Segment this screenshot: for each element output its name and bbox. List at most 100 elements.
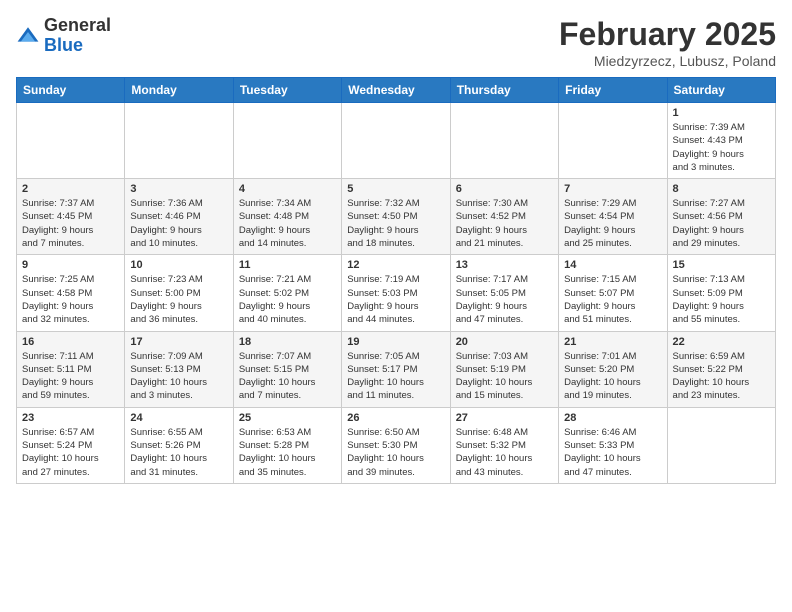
calendar-week-row: 2 Sunrise: 7:37 AM Sunset: 4:45 PM Daylig… xyxy=(17,179,776,255)
calendar-cell: 23 Sunrise: 6:57 AM Sunset: 5:24 PM Dayli… xyxy=(17,407,125,483)
logo-blue: Blue xyxy=(44,35,83,55)
calendar-cell xyxy=(125,103,233,179)
day-number: 25 xyxy=(239,412,336,424)
calendar-cell xyxy=(450,103,558,179)
logo: General Blue xyxy=(16,16,111,56)
day-number: 21 xyxy=(564,336,661,348)
calendar-cell: 13 Sunrise: 7:17 AM Sunset: 5:05 PM Dayli… xyxy=(450,255,558,331)
day-info: Sunrise: 6:46 AM Sunset: 5:33 PM Dayligh… xyxy=(564,426,661,479)
title-block: February 2025 Miedzyrzecz, Lubusz, Polan… xyxy=(559,16,776,69)
day-number: 13 xyxy=(456,259,553,271)
calendar-cell: 26 Sunrise: 6:50 AM Sunset: 5:30 PM Dayli… xyxy=(342,407,450,483)
day-info: Sunrise: 6:48 AM Sunset: 5:32 PM Dayligh… xyxy=(456,426,553,479)
day-info: Sunrise: 7:39 AM Sunset: 4:43 PM Dayligh… xyxy=(673,121,770,174)
day-info: Sunrise: 6:57 AM Sunset: 5:24 PM Dayligh… xyxy=(22,426,119,479)
calendar-cell xyxy=(17,103,125,179)
day-info: Sunrise: 6:59 AM Sunset: 5:22 PM Dayligh… xyxy=(673,350,770,403)
day-number: 18 xyxy=(239,336,336,348)
calendar-cell: 1 Sunrise: 7:39 AM Sunset: 4:43 PM Daylig… xyxy=(667,103,775,179)
calendar-cell: 20 Sunrise: 7:03 AM Sunset: 5:19 PM Dayli… xyxy=(450,331,558,407)
calendar-week-row: 16Sunrise: 7:11 AM Sunset: 5:11 PM Dayli… xyxy=(17,331,776,407)
calendar-cell: 15 Sunrise: 7:13 AM Sunset: 5:09 PM Dayli… xyxy=(667,255,775,331)
day-number: 26 xyxy=(347,412,444,424)
day-info: Sunrise: 7:13 AM Sunset: 5:09 PM Dayligh… xyxy=(673,273,770,326)
weekday-header: Friday xyxy=(559,78,667,103)
day-number: 5 xyxy=(347,183,444,195)
day-number: 12 xyxy=(347,259,444,271)
calendar-cell: 4Sunrise: 7:34 AM Sunset: 4:48 PM Daylig… xyxy=(233,179,341,255)
day-info: Sunrise: 7:07 AM Sunset: 5:15 PM Dayligh… xyxy=(239,350,336,403)
calendar-cell: 25Sunrise: 6:53 AM Sunset: 5:28 PM Dayli… xyxy=(233,407,341,483)
logo-text: General Blue xyxy=(44,16,111,56)
day-number: 15 xyxy=(673,259,770,271)
day-number: 11 xyxy=(239,259,336,271)
location: Miedzyrzecz, Lubusz, Poland xyxy=(559,53,776,69)
page-header: General Blue February 2025 Miedzyrzecz, … xyxy=(16,16,776,69)
day-number: 10 xyxy=(130,259,227,271)
day-number: 2 xyxy=(22,183,119,195)
calendar-cell xyxy=(667,407,775,483)
day-info: Sunrise: 7:03 AM Sunset: 5:19 PM Dayligh… xyxy=(456,350,553,403)
logo-icon xyxy=(16,24,40,48)
weekday-header: Wednesday xyxy=(342,78,450,103)
day-number: 8 xyxy=(673,183,770,195)
calendar-cell: 22 Sunrise: 6:59 AM Sunset: 5:22 PM Dayli… xyxy=(667,331,775,407)
weekday-header: Thursday xyxy=(450,78,558,103)
calendar-cell: 8 Sunrise: 7:27 AM Sunset: 4:56 PM Daylig… xyxy=(667,179,775,255)
day-info: Sunrise: 6:55 AM Sunset: 5:26 PM Dayligh… xyxy=(130,426,227,479)
day-info: Sunrise: 7:36 AM Sunset: 4:46 PM Dayligh… xyxy=(130,197,227,250)
day-number: 3 xyxy=(130,183,227,195)
day-info: Sunrise: 7:30 AM Sunset: 4:52 PM Dayligh… xyxy=(456,197,553,250)
day-info: Sunrise: 7:15 AM Sunset: 5:07 PM Dayligh… xyxy=(564,273,661,326)
day-info: Sunrise: 7:32 AM Sunset: 4:50 PM Dayligh… xyxy=(347,197,444,250)
calendar-cell: 2 Sunrise: 7:37 AM Sunset: 4:45 PM Daylig… xyxy=(17,179,125,255)
day-number: 7 xyxy=(564,183,661,195)
calendar-cell: 12Sunrise: 7:19 AM Sunset: 5:03 PM Dayli… xyxy=(342,255,450,331)
calendar-cell: 6 Sunrise: 7:30 AM Sunset: 4:52 PM Daylig… xyxy=(450,179,558,255)
day-number: 19 xyxy=(347,336,444,348)
calendar-week-row: 9 Sunrise: 7:25 AM Sunset: 4:58 PM Daylig… xyxy=(17,255,776,331)
calendar-cell: 24 Sunrise: 6:55 AM Sunset: 5:26 PM Dayli… xyxy=(125,407,233,483)
day-info: Sunrise: 7:27 AM Sunset: 4:56 PM Dayligh… xyxy=(673,197,770,250)
day-info: Sunrise: 7:23 AM Sunset: 5:00 PM Dayligh… xyxy=(130,273,227,326)
day-info: Sunrise: 7:05 AM Sunset: 5:17 PM Dayligh… xyxy=(347,350,444,403)
calendar-week-row: 23 Sunrise: 6:57 AM Sunset: 5:24 PM Dayli… xyxy=(17,407,776,483)
calendar-cell: 10 Sunrise: 7:23 AM Sunset: 5:00 PM Dayli… xyxy=(125,255,233,331)
logo-general: General xyxy=(44,15,111,35)
day-info: Sunrise: 7:17 AM Sunset: 5:05 PM Dayligh… xyxy=(456,273,553,326)
calendar-cell: 28 Sunrise: 6:46 AM Sunset: 5:33 PM Dayli… xyxy=(559,407,667,483)
day-info: Sunrise: 7:01 AM Sunset: 5:20 PM Dayligh… xyxy=(564,350,661,403)
day-number: 9 xyxy=(22,259,119,271)
calendar-cell: 27Sunrise: 6:48 AM Sunset: 5:32 PM Dayli… xyxy=(450,407,558,483)
calendar-cell: 5 Sunrise: 7:32 AM Sunset: 4:50 PM Daylig… xyxy=(342,179,450,255)
calendar-cell: 9 Sunrise: 7:25 AM Sunset: 4:58 PM Daylig… xyxy=(17,255,125,331)
calendar-header-row: SundayMondayTuesdayWednesdayThursdayFrid… xyxy=(17,78,776,103)
day-info: Sunrise: 7:37 AM Sunset: 4:45 PM Dayligh… xyxy=(22,197,119,250)
day-number: 14 xyxy=(564,259,661,271)
day-info: Sunrise: 7:09 AM Sunset: 5:13 PM Dayligh… xyxy=(130,350,227,403)
calendar-cell: 21 Sunrise: 7:01 AM Sunset: 5:20 PM Dayli… xyxy=(559,331,667,407)
day-number: 24 xyxy=(130,412,227,424)
month-title: February 2025 xyxy=(559,16,776,53)
weekday-header: Sunday xyxy=(17,78,125,103)
calendar-cell xyxy=(233,103,341,179)
day-number: 23 xyxy=(22,412,119,424)
calendar-table: SundayMondayTuesdayWednesdayThursdayFrid… xyxy=(16,77,776,484)
calendar-cell xyxy=(342,103,450,179)
calendar-cell: 11 Sunrise: 7:21 AM Sunset: 5:02 PM Dayli… xyxy=(233,255,341,331)
day-number: 28 xyxy=(564,412,661,424)
calendar-week-row: 1 Sunrise: 7:39 AM Sunset: 4:43 PM Daylig… xyxy=(17,103,776,179)
day-number: 1 xyxy=(673,107,770,119)
calendar-cell: 19 Sunrise: 7:05 AM Sunset: 5:17 PM Dayli… xyxy=(342,331,450,407)
weekday-header: Saturday xyxy=(667,78,775,103)
day-info: Sunrise: 7:21 AM Sunset: 5:02 PM Dayligh… xyxy=(239,273,336,326)
calendar-cell: 3 Sunrise: 7:36 AM Sunset: 4:46 PM Daylig… xyxy=(125,179,233,255)
day-number: 16 xyxy=(22,336,119,348)
day-number: 6 xyxy=(456,183,553,195)
weekday-header: Tuesday xyxy=(233,78,341,103)
day-number: 20 xyxy=(456,336,553,348)
day-info: Sunrise: 6:50 AM Sunset: 5:30 PM Dayligh… xyxy=(347,426,444,479)
day-number: 22 xyxy=(673,336,770,348)
calendar-cell: 16Sunrise: 7:11 AM Sunset: 5:11 PM Dayli… xyxy=(17,331,125,407)
day-info: Sunrise: 7:25 AM Sunset: 4:58 PM Dayligh… xyxy=(22,273,119,326)
